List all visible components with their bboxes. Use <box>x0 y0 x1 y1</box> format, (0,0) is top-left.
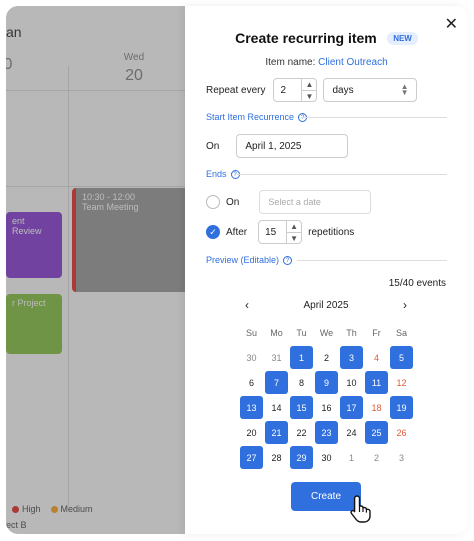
dialog-title: Create recurring item <box>235 30 377 46</box>
chevron-up-icon[interactable]: ▲ <box>287 221 302 233</box>
repeat-unit-value: days <box>332 84 354 96</box>
weekday-header: We <box>319 327 334 338</box>
weekday-header: Sa <box>395 327 407 338</box>
chevron-down-icon[interactable]: ▼ <box>287 233 301 244</box>
repetitions-value: 15 <box>265 226 277 238</box>
start-recurrence-heading: Start Item Recurrence ? <box>206 112 308 122</box>
calendar-day-selected[interactable]: 17 <box>340 396 363 419</box>
item-name-link[interactable]: Client Outreach <box>318 57 387 68</box>
start-on-label: On <box>206 140 220 152</box>
start-date-input[interactable]: April 1, 2025 <box>236 134 349 158</box>
calendar-day-selected[interactable]: 7 <box>265 371 288 394</box>
ends-heading: Ends ? <box>206 169 240 179</box>
modal-overlay[interactable] <box>6 6 185 534</box>
calendar-day-selected[interactable]: 27 <box>240 446 263 469</box>
chevron-left-icon[interactable]: ‹ <box>245 298 249 312</box>
calendar-day[interactable]: 10 <box>339 370 364 395</box>
ends-on-row: On Select a date <box>206 190 372 214</box>
recurring-item-dialog: ✕ Create recurring item NEW Item name: C… <box>185 6 468 534</box>
calendar-day[interactable]: 14 <box>264 395 289 420</box>
start-date-row: On April 1, 2025 <box>206 134 349 158</box>
calendar-day[interactable]: 12 <box>389 370 414 395</box>
calendar-day[interactable]: 31 <box>264 345 289 370</box>
item-name-row: Item name: Client Outreach <box>185 57 468 68</box>
repeat-interval-stepper: ▲ ▼ <box>301 79 317 102</box>
repetitions-label: repetitions <box>308 226 355 238</box>
ends-date-input[interactable]: Select a date <box>259 190 372 214</box>
divider <box>297 260 447 261</box>
ends-on-label: On <box>226 196 240 208</box>
calendar-day-selected[interactable]: 29 <box>290 446 313 469</box>
calendar-day-selected[interactable]: 21 <box>265 421 288 444</box>
calendar-day-selected[interactable]: 9 <box>315 371 338 394</box>
repetitions-stepper: ▲ ▼ <box>286 221 302 244</box>
calendar-day-selected[interactable]: 3 <box>340 346 363 369</box>
start-date-value: April 1, 2025 <box>245 140 302 152</box>
calendar-day[interactable]: 28 <box>264 445 289 470</box>
repeat-interval-input[interactable]: 2 ▲ ▼ <box>273 78 318 102</box>
weekday-header: Tu <box>296 327 307 338</box>
calendar-day[interactable]: 18 <box>364 395 389 420</box>
repeat-unit-select[interactable]: days ▲ ▼ <box>323 78 418 102</box>
calendar-day[interactable]: 1 <box>339 445 364 470</box>
chevron-down-icon[interactable]: ▼ <box>302 91 316 102</box>
preview-calendar-grid: Su Mo Tu We Th Fr Sa 30 31 1 2 3 4 5 6 7 8 9 10 11 12 13 14 15 1… <box>239 320 414 470</box>
repeat-interval-value: 2 <box>280 84 287 96</box>
weekday-header: Su <box>245 327 257 338</box>
calendar-day-selected[interactable]: 25 <box>365 421 388 444</box>
calendar-day[interactable]: 22 <box>289 420 314 445</box>
calendar-day-selected[interactable]: 11 <box>365 371 388 394</box>
calendar-day[interactable]: 24 <box>339 420 364 445</box>
repeat-label: Repeat every <box>206 84 266 96</box>
ends-after-row: ✓ After 15 ▲ ▼ repetitions <box>206 220 354 244</box>
hand-pointer-icon <box>350 495 371 523</box>
weekday-header: Fr <box>372 327 381 338</box>
calendar-day[interactable]: 30 <box>239 345 264 370</box>
dialog-header: Create recurring item NEW <box>185 30 468 48</box>
calendar-day[interactable]: 20 <box>239 420 264 445</box>
repeat-row: Repeat every 2 ▲ ▼ days ▲ ▼ <box>206 78 418 102</box>
calendar-day[interactable]: 26 <box>389 420 414 445</box>
calendar-day[interactable]: 2 <box>364 445 389 470</box>
calendar-day[interactable]: 2 <box>314 345 339 370</box>
calendar-day[interactable]: 8 <box>289 370 314 395</box>
calendar-day-selected[interactable]: 19 <box>390 396 413 419</box>
calendar-day[interactable]: 16 <box>314 395 339 420</box>
calendar-day[interactable]: 6 <box>239 370 264 395</box>
calendar-day[interactable]: 30 <box>314 445 339 470</box>
chevron-right-icon[interactable]: › <box>403 298 407 312</box>
start-recurrence-title: Start Item Recurrence <box>206 112 295 122</box>
ends-title: Ends <box>206 169 227 179</box>
calendar-day-selected[interactable]: 5 <box>390 346 413 369</box>
info-icon[interactable]: ? <box>283 255 293 265</box>
divider <box>237 174 447 175</box>
ends-after-radio[interactable]: ✓ <box>206 225 220 239</box>
select-arrows-icon: ▲ ▼ <box>400 82 409 97</box>
new-badge: NEW <box>387 32 418 46</box>
weekday-header: Mo <box>270 327 283 338</box>
ends-after-label: After <box>226 226 248 238</box>
weekday-header: Th <box>346 327 357 338</box>
events-count: 15/40 events <box>388 278 446 289</box>
preview-title: Preview (Editable) <box>206 255 280 265</box>
divider <box>301 117 447 118</box>
calendar-day-selected[interactable]: 23 <box>315 421 338 444</box>
calendar-day-selected[interactable]: 15 <box>290 396 313 419</box>
chevron-up-icon[interactable]: ▲ <box>302 79 317 91</box>
calendar-day-selected[interactable]: 13 <box>240 396 263 419</box>
item-name-label: Item name: <box>265 57 316 68</box>
ends-on-radio[interactable] <box>206 195 220 209</box>
month-navigation: ‹ April 2025 › <box>245 298 407 312</box>
month-label: April 2025 <box>303 299 349 311</box>
calendar-day[interactable]: 3 <box>389 445 414 470</box>
preview-heading: Preview (Editable) ? <box>206 255 293 265</box>
calendar-day[interactable]: 4 <box>364 345 389 370</box>
repetitions-input[interactable]: 15 ▲ ▼ <box>258 220 303 244</box>
ends-date-placeholder: Select a date <box>268 197 321 207</box>
calendar-day-selected[interactable]: 1 <box>290 346 313 369</box>
